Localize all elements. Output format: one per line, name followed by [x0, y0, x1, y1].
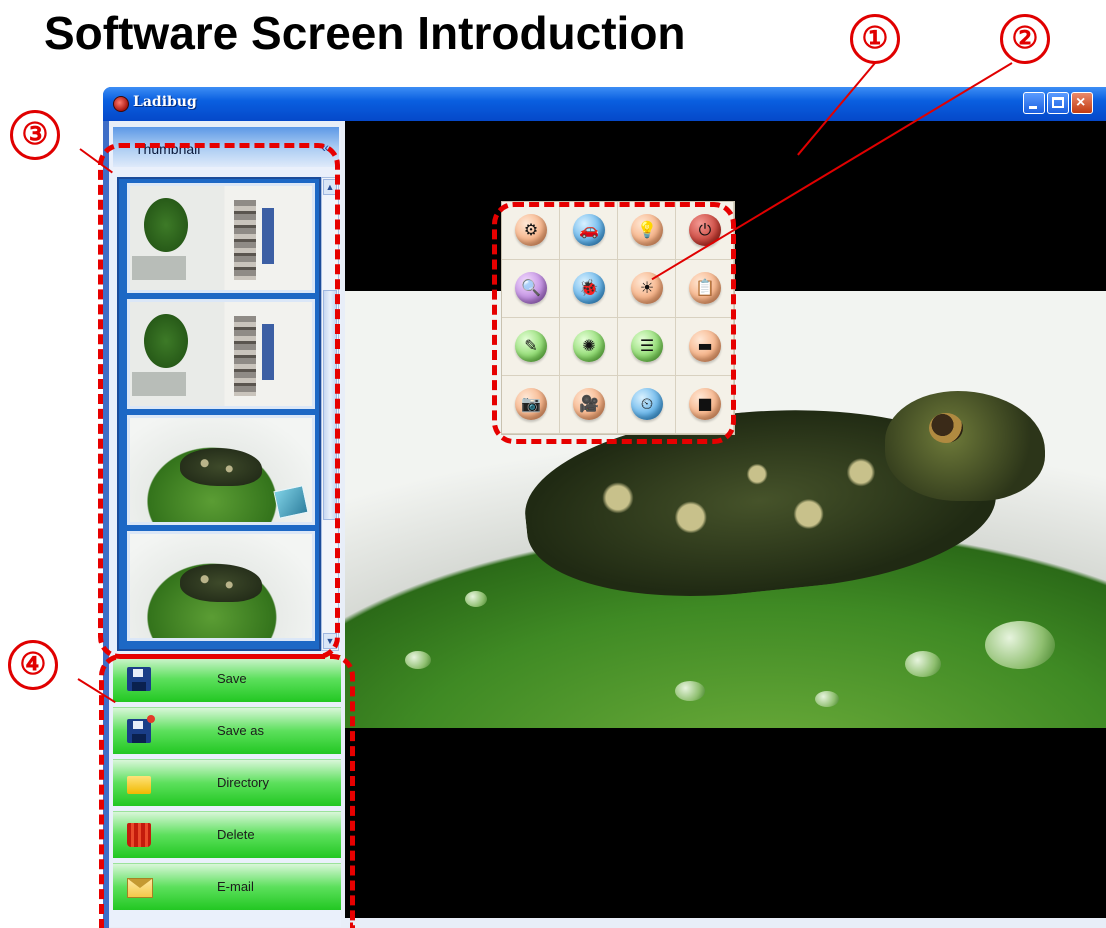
page-title: Software Screen Introduction	[44, 7, 686, 59]
toolbar-region-outline	[492, 202, 736, 444]
minimize-button[interactable]	[1023, 92, 1045, 114]
action-region-outline	[99, 654, 355, 928]
close-icon: ×	[1076, 94, 1086, 111]
ladybug-app-icon	[113, 96, 129, 112]
callout-4: ④	[8, 640, 58, 690]
close-button[interactable]: ×	[1071, 92, 1093, 114]
maximize-button[interactable]	[1047, 92, 1069, 114]
callout-3: ③	[10, 110, 60, 160]
minimize-icon	[1029, 106, 1037, 109]
window-title: Ladibug	[133, 94, 197, 110]
callout-2: ②	[1000, 14, 1050, 64]
thumbnail-region-outline	[98, 143, 340, 659]
callout-1: ①	[850, 14, 900, 64]
window-titlebar[interactable]: Ladibug ×	[103, 87, 1106, 121]
maximize-icon	[1052, 97, 1064, 108]
